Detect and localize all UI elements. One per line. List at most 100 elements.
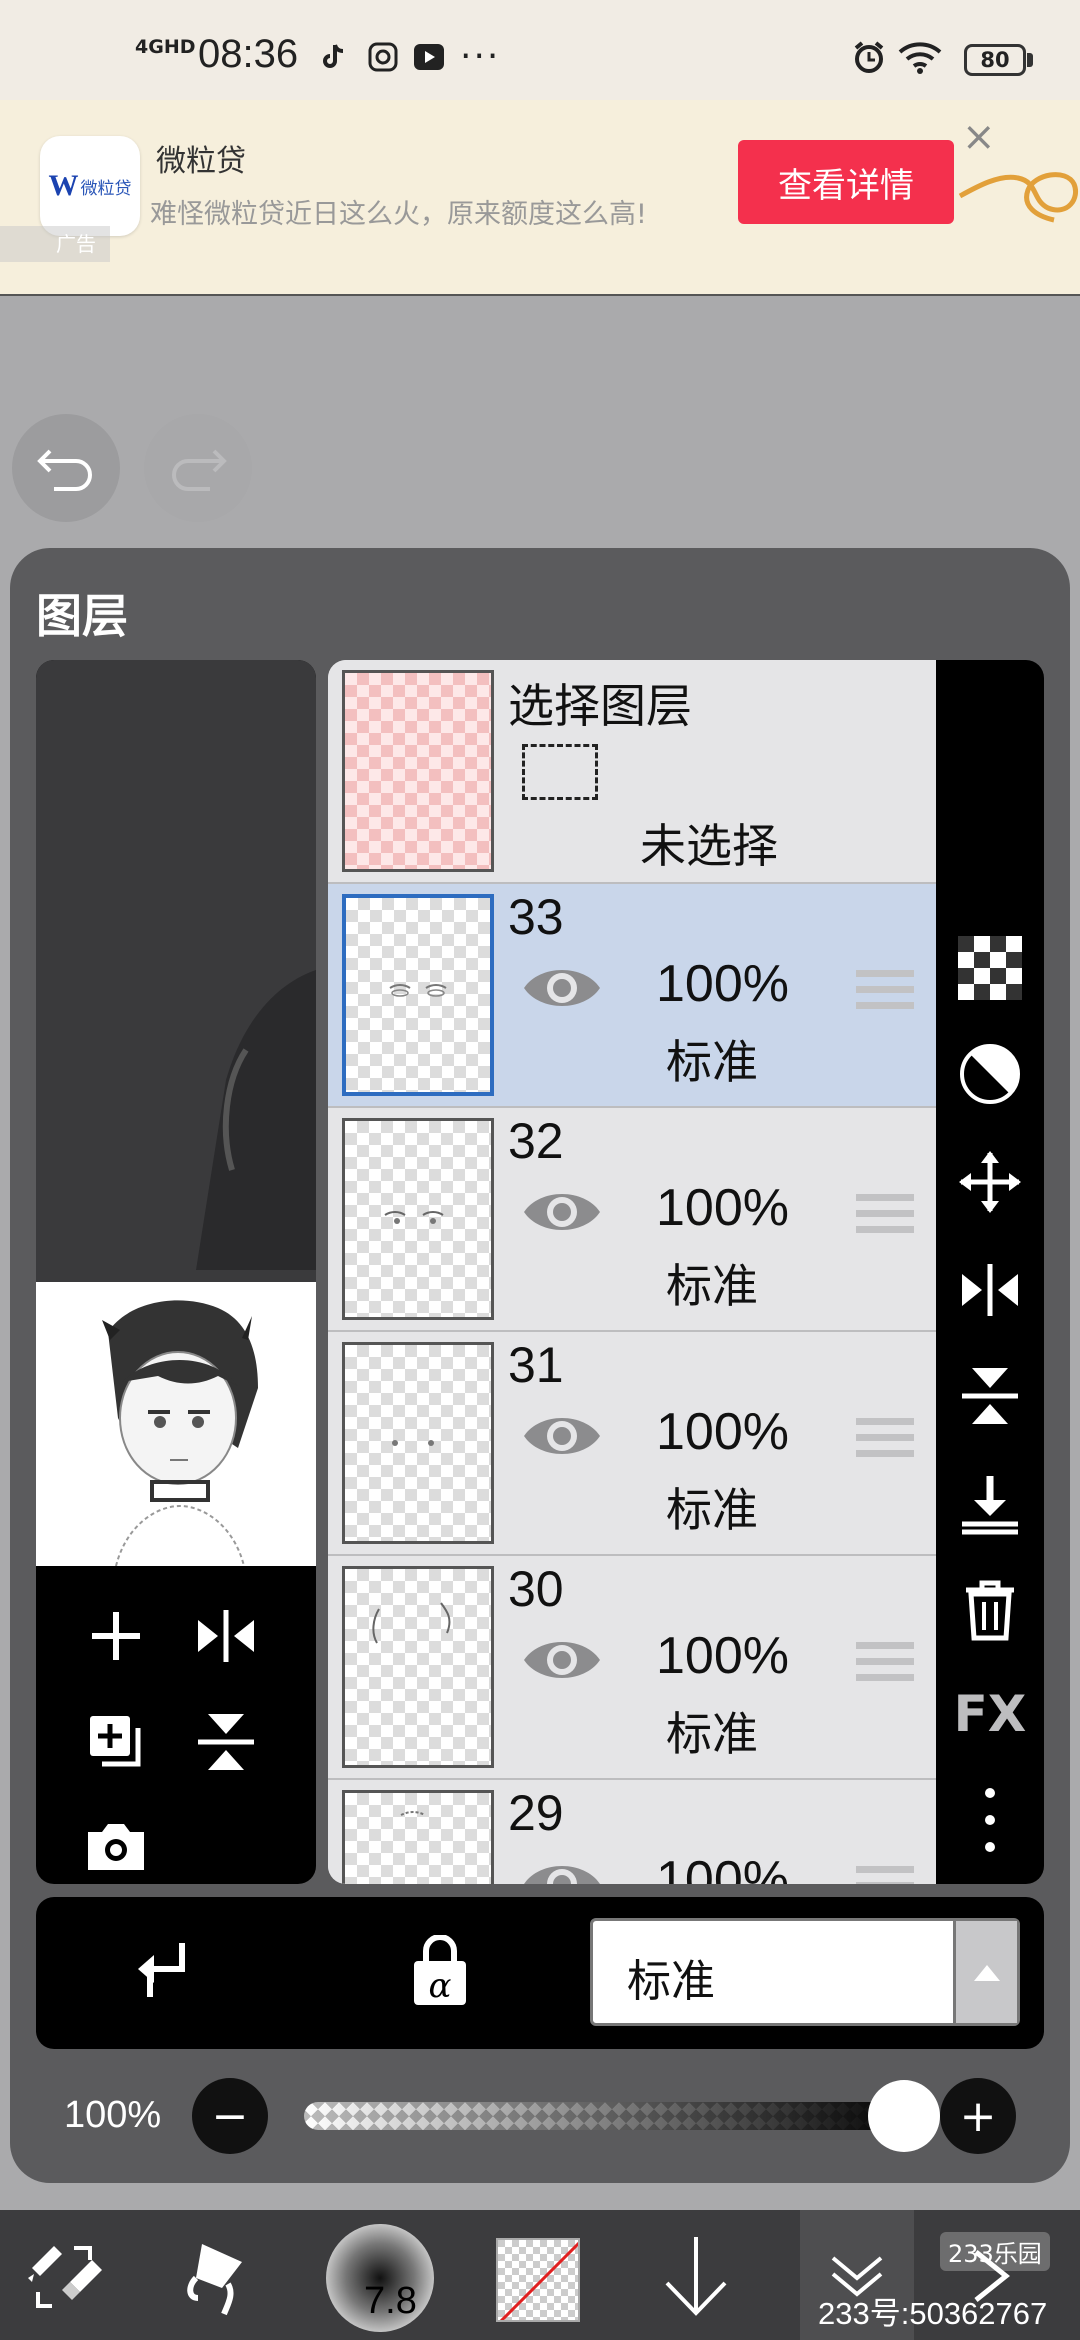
opacity-increase-button[interactable]: + [940,2078,1016,2154]
ad-hand-drawn-scribble [958,172,1078,223]
layer-row[interactable]: 32 100% 标准 [328,1108,936,1332]
ad-banner[interactable]: W 微粒贷 微粒贷 难怪微粒贷近日这么火，原来额度这么高! 查看详情 × 广告 [0,100,1080,296]
color-swatch-button[interactable] [496,2238,580,2322]
canvas-background [36,660,316,1282]
video-app-icon [412,40,446,74]
layer-blend-mode: 标准 [666,1259,758,1313]
watermark-text: 233号:50362767 [818,2296,1048,2331]
ad-close-button[interactable]: × [962,114,996,160]
layer-number: 31 [508,1337,564,1393]
battery-indicator: 80 [964,44,1026,76]
drag-handle-icon[interactable] [856,970,914,1018]
duplicate-layer-button[interactable] [76,1702,156,1782]
drag-handle-icon[interactable] [856,1866,914,1884]
layer-side-toolbar: FX [936,660,1044,1884]
layer-thumbnail [342,1790,494,1884]
layer-thumbnail [342,1342,494,1544]
flip-layer-vertical-button[interactable] [186,1702,266,1782]
brush-size-button[interactable]: 7.8 [326,2224,434,2332]
battery-tip [1027,53,1033,67]
drag-handle-icon[interactable] [856,1418,914,1466]
layer-list[interactable]: 选择图层 未选择 33 100% 标准 32 100% 标准 31 100% 标… [328,660,936,1884]
layer-thumbnail [342,1118,494,1320]
layer-row[interactable]: 30 100% 标准 [328,1556,936,1780]
checkerboard-icon [958,936,1022,1000]
layer-blend-mode: 标准 [666,1483,758,1537]
camera-button[interactable] [76,1806,156,1884]
download-arrow-icon [665,2237,727,2316]
dropdown-arrow-icon[interactable] [953,1921,1017,2023]
blend-mode-select[interactable]: 标准 [590,1918,1020,2026]
brush-size-value: 7.8 [364,2280,417,2322]
visibility-eye-icon[interactable] [520,1182,604,1242]
ad-title: 微粒贷 [156,144,246,179]
clipping-button[interactable] [128,1935,208,2015]
selection-state: 未选择 [640,819,778,873]
tool-switch-button[interactable] [16,2226,116,2326]
fx-button[interactable]: FX [950,1674,1030,1754]
layer-opacity: 100% [656,1403,789,1461]
merge-down-button[interactable] [950,1464,1030,1544]
download-button[interactable] [646,2226,746,2326]
layer-row[interactable]: 29 100% [328,1780,936,1884]
layer-number: 29 [508,1785,564,1841]
contrast-icon [960,1044,1020,1104]
drag-handle-icon[interactable] [856,1642,914,1690]
flip-vertical-icon [198,1714,254,1770]
more-options-button[interactable] [950,1780,1030,1860]
flip-layer-horizontal-button[interactable] [186,1596,266,1676]
flip-vertical-icon [962,1368,1018,1424]
layer-opacity: 100% [656,1627,789,1685]
merge-down-icon [962,1476,1018,1535]
layer-opacity: 100% [656,1851,789,1884]
more-notifications: ··· [460,36,501,77]
opacity-control: 100% − + [36,2056,1044,2176]
flip-horizontal-icon [962,1264,1018,1316]
layer-row[interactable]: 31 100% 标准 [328,1332,936,1556]
layer-number: 32 [508,1113,564,1169]
delete-layer-button[interactable] [950,1570,1030,1650]
layer-opacity: 100% [656,955,789,1013]
ad-details-button[interactable]: 查看详情 [738,140,954,224]
app-icon [366,40,400,74]
tool-switch-icon [28,2246,102,2308]
selection-layer-row[interactable]: 选择图层 未选择 [328,660,936,884]
duplicate-icon [90,1716,141,1767]
selection-layer-title: 选择图层 [508,679,692,733]
transparent-fill-button[interactable] [950,928,1030,1008]
opacity-decrease-button[interactable]: − [192,2078,268,2154]
visibility-eye-icon[interactable] [520,1630,604,1690]
layer-opacity: 100% [656,1179,789,1237]
panel-title: 图层 [36,589,128,643]
visibility-eye-icon[interactable] [520,958,604,1018]
flip-vertical-button[interactable] [950,1356,1030,1436]
drawing-thumbnail [36,1282,316,1567]
network-indicator: 4GHD [135,36,196,58]
flip-horizontal-button[interactable] [950,1250,1030,1330]
alarm-icon [852,40,886,74]
move-layer-button[interactable] [950,1142,1030,1222]
add-layer-button[interactable] [76,1596,156,1676]
alpha-lock-button[interactable]: α [408,1934,488,2015]
bucket-tool-button[interactable] [172,2226,272,2326]
visibility-eye-icon[interactable] [520,1406,604,1466]
ad-description: 难怪微粒贷近日这么火，原来额度这么高! [150,199,647,230]
status-bar: 4GHD 08:36 ··· 80 [0,0,1080,110]
blend-mode-value: 标准 [627,1956,715,2007]
move-icon [959,1151,1021,1213]
redo-button[interactable] [144,414,252,522]
undo-icon [37,449,92,491]
drag-handle-icon[interactable] [856,1194,914,1242]
adjust-button[interactable] [950,1034,1030,1114]
tiktok-icon [316,40,350,74]
opacity-label: 100% [64,2094,162,2136]
svg-text:α: α [429,1966,452,2006]
undo-button[interactable] [12,414,120,522]
ad-tag: 广告 [0,226,110,262]
opacity-slider-track[interactable] [304,2102,914,2130]
visibility-eye-icon[interactable] [520,1854,604,1884]
selection-marquee-icon [522,744,598,800]
layer-row[interactable]: 33 100% 标准 [328,884,936,1108]
opacity-slider-thumb[interactable] [868,2080,940,2152]
layer-number: 30 [508,1561,564,1617]
